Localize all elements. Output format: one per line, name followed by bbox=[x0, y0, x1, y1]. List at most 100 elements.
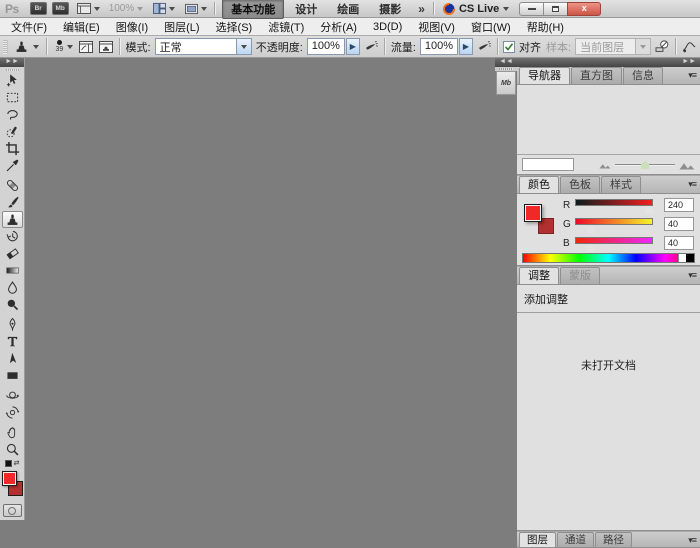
menu-图层[interactable]: 图层(L) bbox=[156, 19, 207, 35]
opacity-slider-button[interactable]: ▶ bbox=[346, 38, 360, 55]
menu-滤镜[interactable]: 滤镜(T) bbox=[260, 19, 312, 35]
ignore-adjustment-layers-icon[interactable] bbox=[654, 38, 670, 56]
menu-3D[interactable]: 3D(D) bbox=[365, 21, 410, 33]
spot-healing-brush-tool[interactable] bbox=[2, 177, 23, 194]
tab-通道[interactable]: 通道 bbox=[557, 532, 594, 547]
quick-selection-tool[interactable] bbox=[2, 123, 23, 140]
toggle-brush-panel-button[interactable] bbox=[78, 38, 94, 56]
spectrum-black-swatch[interactable] bbox=[686, 254, 694, 262]
zoom-out-icon[interactable] bbox=[599, 161, 611, 169]
airbrush-toggle-icon[interactable] bbox=[476, 38, 492, 56]
options-grip[interactable] bbox=[3, 40, 8, 54]
channel-value-B[interactable]: 40 bbox=[664, 236, 694, 250]
tab-路径[interactable]: 路径 bbox=[595, 532, 632, 547]
navigator-zoom-input[interactable] bbox=[522, 158, 574, 171]
workspace-摄影[interactable]: 摄影 bbox=[370, 0, 410, 19]
tab-直方图[interactable]: 直方图 bbox=[571, 67, 622, 84]
airbrush-opacity-icon[interactable] bbox=[363, 38, 379, 56]
panel-menu-icon[interactable]: ▾≡ bbox=[688, 536, 696, 545]
arrange-documents-button[interactable] bbox=[150, 1, 177, 16]
path-selection-tool[interactable] bbox=[2, 350, 23, 367]
toolbar-collapse-button[interactable]: ►► bbox=[0, 58, 24, 67]
color-spectrum-ramp[interactable] bbox=[522, 253, 695, 263]
dodge-tool[interactable] bbox=[2, 296, 23, 313]
tool-preset-picker[interactable] bbox=[11, 37, 41, 57]
tab-颜色[interactable]: 颜色 bbox=[519, 176, 559, 193]
eraser-tool[interactable] bbox=[2, 245, 23, 262]
canvas-area[interactable] bbox=[26, 58, 495, 548]
align-checkbox[interactable] bbox=[503, 41, 515, 53]
mini-bridge-panel-icon[interactable]: Mb bbox=[496, 71, 516, 95]
tab-导航器[interactable]: 导航器 bbox=[519, 67, 570, 84]
workspace-overflow-button[interactable]: » bbox=[415, 2, 428, 16]
close-button[interactable]: x bbox=[567, 2, 601, 16]
default-colors-control[interactable]: ⇄ bbox=[0, 458, 24, 469]
cs-live-button[interactable]: CS Live bbox=[439, 3, 513, 15]
tab-信息[interactable]: 信息 bbox=[623, 67, 663, 84]
menu-编辑[interactable]: 编辑(E) bbox=[55, 19, 108, 35]
rectangular-marquee-tool[interactable] bbox=[2, 89, 23, 106]
collapse-dock-button[interactable]: ►► bbox=[517, 58, 700, 67]
3d-camera-rotate-tool[interactable] bbox=[2, 404, 23, 421]
menu-分析[interactable]: 分析(A) bbox=[312, 19, 365, 35]
channel-slider-G[interactable] bbox=[575, 218, 653, 225]
slider-thumb-G[interactable] bbox=[587, 225, 595, 233]
slider-thumb-B[interactable] bbox=[587, 244, 595, 252]
slider-thumb-R[interactable] bbox=[645, 206, 653, 214]
workspace-绘画[interactable]: 绘画 bbox=[328, 0, 368, 19]
mini-bridge-button[interactable]: Mb bbox=[52, 2, 69, 15]
clone-stamp-tool[interactable] bbox=[2, 211, 23, 228]
tab-蒙版[interactable]: 蒙版 bbox=[560, 267, 600, 284]
swap-colors-icon[interactable]: ⇄ bbox=[14, 460, 20, 467]
workspace-设计[interactable]: 设计 bbox=[286, 0, 326, 19]
tab-调整[interactable]: 调整 bbox=[519, 267, 559, 284]
quick-mask-button[interactable] bbox=[3, 504, 22, 517]
dropdown-button[interactable] bbox=[236, 39, 251, 54]
pen-tool[interactable] bbox=[2, 316, 23, 333]
channel-slider-B[interactable] bbox=[575, 237, 653, 244]
history-brush-tool[interactable] bbox=[2, 228, 23, 245]
opacity-input[interactable]: 100% bbox=[307, 38, 345, 55]
crop-tool[interactable] bbox=[2, 140, 23, 157]
rectangle-shape-tool[interactable] bbox=[2, 367, 23, 384]
3d-object-rotate-tool[interactable] bbox=[2, 387, 23, 404]
panel-menu-icon[interactable]: ▾≡ bbox=[688, 180, 696, 189]
minimize-button[interactable] bbox=[519, 2, 544, 16]
workspace-基本功能[interactable]: 基本功能 bbox=[222, 0, 284, 19]
spectrum-white-swatch[interactable] bbox=[678, 254, 686, 262]
zoom-tool[interactable] bbox=[2, 441, 23, 458]
hand-tool[interactable] bbox=[2, 424, 23, 441]
flow-slider-button[interactable]: ▶ bbox=[459, 38, 473, 55]
menu-窗口[interactable]: 窗口(W) bbox=[463, 19, 519, 35]
view-extras-button[interactable] bbox=[74, 1, 102, 16]
slider-thumb[interactable] bbox=[641, 161, 649, 169]
gradient-tool[interactable] bbox=[2, 262, 23, 279]
channel-value-G[interactable]: 40 bbox=[664, 217, 694, 231]
zoom-in-icon[interactable] bbox=[679, 159, 695, 170]
brush-tool[interactable] bbox=[2, 194, 23, 211]
menu-图像[interactable]: 图像(I) bbox=[108, 19, 156, 35]
brush-preset-picker[interactable]: 39 bbox=[51, 39, 75, 54]
toggle-clone-source-panel-button[interactable] bbox=[97, 38, 113, 56]
menu-视图[interactable]: 视图(V) bbox=[410, 19, 463, 35]
navigator-zoom-slider[interactable] bbox=[615, 158, 675, 171]
flow-input[interactable]: 100% bbox=[420, 38, 458, 55]
foreground-color-swatch[interactable] bbox=[2, 471, 17, 486]
tab-色板[interactable]: 色板 bbox=[560, 176, 600, 193]
menu-选择[interactable]: 选择(S) bbox=[208, 19, 261, 35]
move-tool[interactable] bbox=[2, 72, 23, 89]
expand-dock-button[interactable]: ◄◄ bbox=[495, 58, 517, 67]
foreground-color-swatch[interactable] bbox=[524, 204, 542, 222]
panel-menu-icon[interactable]: ▾≡ bbox=[688, 71, 696, 80]
tab-图层[interactable]: 图层 bbox=[519, 532, 556, 547]
blur-tool[interactable] bbox=[2, 279, 23, 296]
channel-slider-R[interactable] bbox=[575, 199, 653, 206]
tab-样式[interactable]: 样式 bbox=[601, 176, 641, 193]
zoom-level-control[interactable]: 100% bbox=[107, 3, 146, 14]
menu-帮助[interactable]: 帮助(H) bbox=[519, 19, 572, 35]
bridge-button[interactable]: Br bbox=[30, 2, 47, 15]
restore-button[interactable] bbox=[543, 2, 568, 16]
eyedropper-tool[interactable] bbox=[2, 157, 23, 174]
channel-value-R[interactable]: 240 bbox=[664, 198, 694, 212]
screen-mode-button[interactable] bbox=[182, 2, 209, 16]
